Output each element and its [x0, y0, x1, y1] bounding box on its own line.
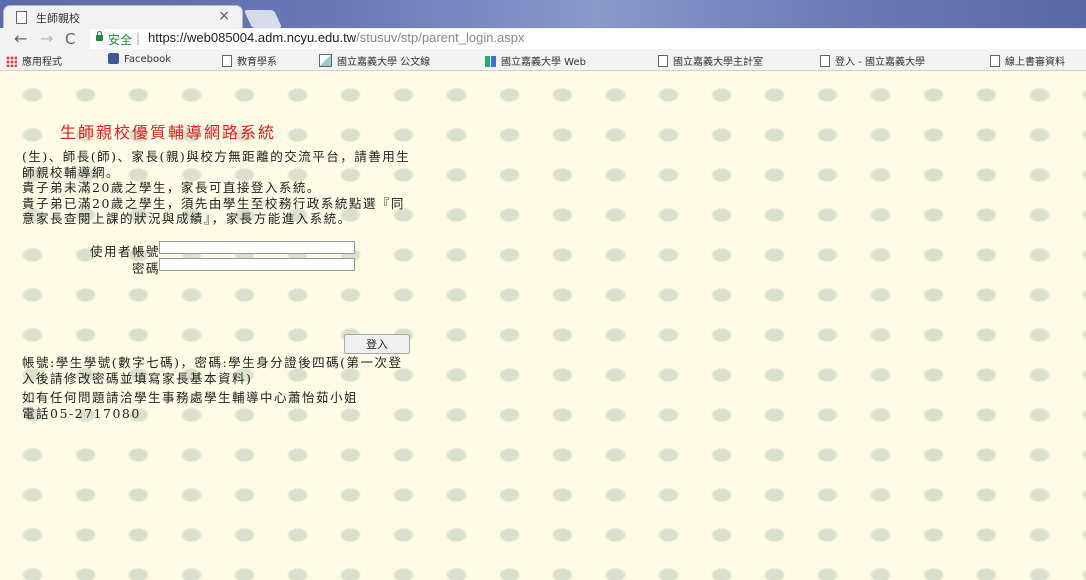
bookmark-online-review[interactable]: 線上書審資料 [990, 53, 1065, 68]
bookmark-ncyu-accounting[interactable]: 國立嘉義大學主計室 [658, 53, 763, 68]
ncyu-icon [485, 56, 496, 67]
username-input[interactable] [159, 240, 355, 254]
bookmark-label: Facebook [124, 54, 171, 65]
bookmark-label: 登入 - 國立嘉義大學 [835, 57, 925, 68]
bookmark-label: 國立嘉義大學 公文線 [337, 57, 431, 68]
username-row: 使用者帳號 [22, 240, 412, 259]
login-panel: 生師親校優質輔導網路系統 (生)、師長(師)、家長(親)與校方無距離的交流平台，… [22, 119, 412, 421]
url-host: https://web085004.adm.ncyu.edu.tw [148, 30, 357, 45]
lock-icon [96, 31, 103, 41]
bookmark-ncyu-docs[interactable]: 國立嘉義大學 公文線 [319, 53, 430, 68]
reload-icon[interactable]: C [65, 29, 75, 49]
account-info-text: 帳號:學生學號(數字七碼)，密碼:學生身分證後四碼(第一次登入後請修改密碼並填寫… [22, 355, 403, 386]
bookmark-facebook[interactable]: Facebook [108, 53, 171, 65]
password-label: 密碼 [131, 260, 160, 276]
bookmark-label: 線上書審資料 [1005, 57, 1065, 68]
browser-toolbar: ← → C 安全 | https://web085004.adm.ncyu.ed… [0, 28, 1086, 50]
image-icon [319, 54, 332, 67]
bookmark-ncyu-login[interactable]: 登入 - 國立嘉義大學 [820, 53, 925, 68]
bookmark-ncyu-web[interactable]: 國立嘉義大學 Web [485, 53, 586, 68]
tab-strip: 生師親校 × [0, 0, 1086, 28]
tab-close-icon[interactable]: × [218, 8, 230, 24]
bookmark-label: 教育學系 [237, 57, 277, 68]
bookmark-label: 國立嘉義大學 Web [501, 57, 586, 68]
page-icon [820, 55, 830, 67]
bookmarks-bar: 應用程式 Facebook 教育學系 國立嘉義大學 公文線 國立嘉義大學 Web… [0, 50, 1086, 71]
bookmark-label: 應用程式 [22, 57, 62, 68]
info-block: 帳號:學生學號(數字七碼)，密碼:學生身分證後四碼(第一次登入後請修改密碼並填寫… [22, 355, 412, 425]
new-tab-button[interactable] [243, 10, 283, 28]
page-icon [990, 55, 1000, 67]
password-row: 密碼 [22, 257, 412, 276]
secure-label: 安全 [108, 33, 133, 47]
page-content: 生師親校優質輔導網路系統 (生)、師長(師)、家長(親)與校方無距離的交流平台，… [0, 71, 1086, 580]
page-icon [222, 55, 232, 67]
back-arrow-icon[interactable]: ← [14, 29, 27, 49]
login-button[interactable]: 登入 [344, 334, 410, 354]
url-path: /stusuv/stp/parent_login.aspx [356, 30, 525, 45]
bookmark-apps[interactable]: 應用程式 [6, 53, 62, 68]
tab-title: 生師親校 [36, 12, 80, 25]
address-separator: | [136, 31, 141, 45]
bookmark-education[interactable]: 教育學系 [222, 53, 277, 68]
apps-icon [6, 56, 17, 67]
intro-text: 貴子弟未滿20歲之學生，家長可直接登入系統。 [22, 180, 321, 195]
contact-text: 如有任何問題請洽學生事務處學生輔導中心蕭怡茹小姐 [22, 390, 359, 405]
facebook-icon [108, 53, 119, 64]
password-input[interactable] [159, 257, 355, 271]
page-title: 生師親校優質輔導網路系統 [60, 123, 277, 142]
bookmark-label: 國立嘉義大學主計室 [673, 57, 763, 68]
forward-arrow-icon[interactable]: → [40, 29, 53, 49]
page-icon [16, 11, 27, 24]
page-icon [658, 55, 668, 67]
url-text[interactable]: https://web085004.adm.ncyu.edu.tw/stusuv… [148, 30, 525, 45]
address-bar[interactable]: 安全 | https://web085004.adm.ncyu.edu.tw/s… [90, 29, 1086, 49]
intro-text: (生)、師長(師)、家長(親)與校方無距離的交流平台，請善用生師親校輔導網。 [22, 149, 411, 180]
intro-text: 貴子弟已滿20歲之學生，須先由學生至校務行政系統點選『同意家長查閱上課的狀況與成… [22, 195, 405, 227]
browser-tab[interactable]: 生師親校 × [4, 6, 242, 28]
phone-text: 電話05-2717080 [22, 405, 141, 421]
